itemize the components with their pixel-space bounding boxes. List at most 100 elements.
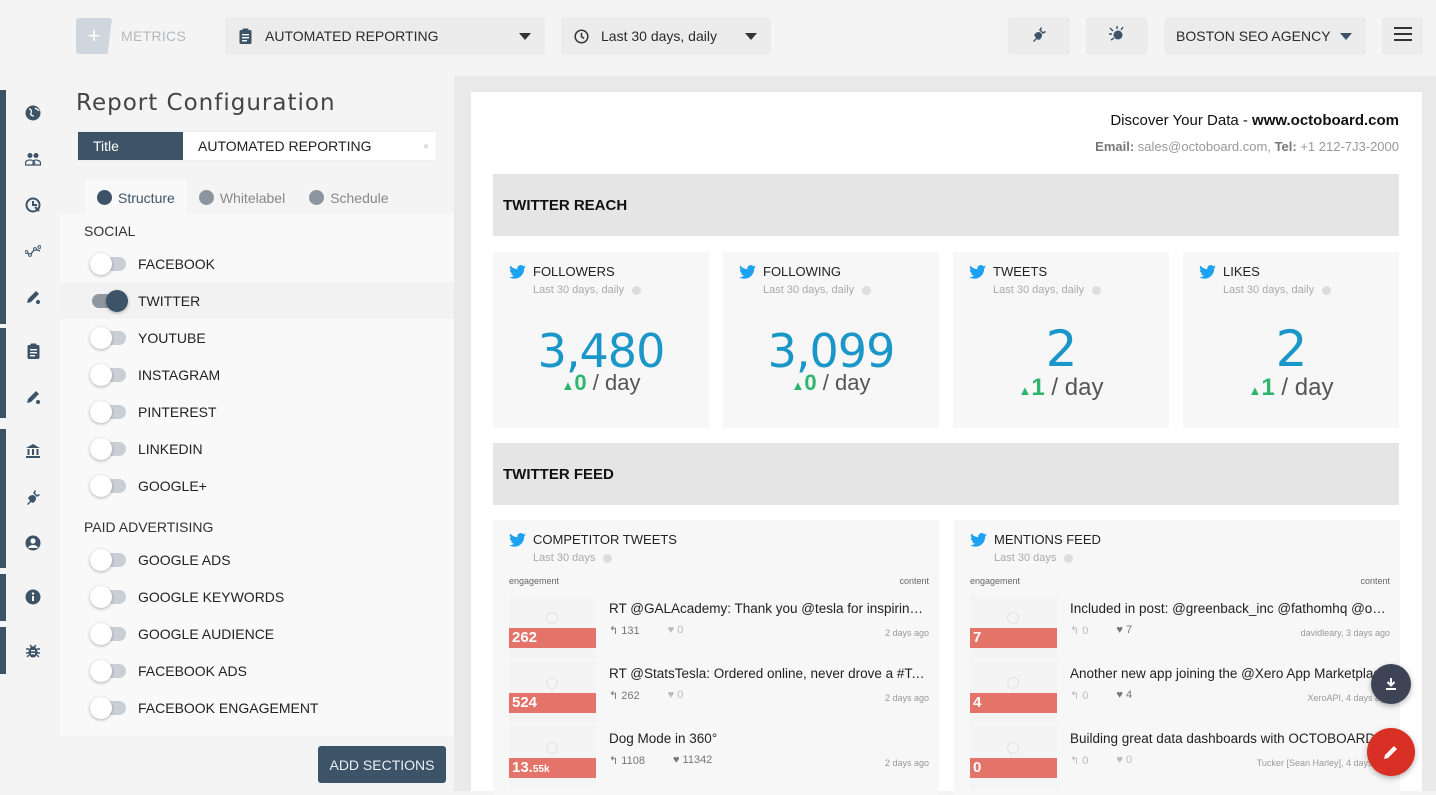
globe-icon[interactable] — [24, 104, 42, 122]
tab-schedule[interactable]: Schedule — [297, 181, 400, 214]
feed-row[interactable]: 262 RT @GALAcademy: Thank you @tesla for … — [509, 596, 929, 661]
edit-button[interactable] — [1367, 728, 1415, 776]
brand-url[interactable]: www.octoboard.com — [1252, 112, 1399, 129]
brand-prefix: Discover Your Data - — [1110, 112, 1253, 129]
users-icon[interactable] — [24, 150, 42, 168]
retweet-count: ↰ 131 — [609, 625, 640, 637]
toggle-switch[interactable] — [90, 548, 126, 571]
kpi-title: FOLLOWERS — [533, 264, 615, 279]
tab-structure[interactable]: Structure — [85, 181, 187, 214]
feed-row[interactable]: 4 Another new app joining the @Xero App M… — [970, 661, 1390, 726]
toggle-switch[interactable] — [90, 659, 126, 682]
clipboard-icon[interactable] — [24, 342, 42, 360]
section-toggle-row[interactable]: YOUTUBE — [60, 319, 454, 356]
toggle-switch[interactable] — [90, 252, 126, 275]
integrations-button[interactable] — [1008, 17, 1070, 55]
retweet-value: 1108 — [621, 755, 645, 767]
section-toggle-row[interactable]: FACEBOOK — [60, 245, 454, 282]
trend-icon[interactable] — [24, 242, 42, 260]
toggle-switch[interactable] — [90, 696, 126, 719]
engagement-value: 4 — [973, 694, 982, 711]
debug-button[interactable] — [1086, 17, 1148, 55]
section-toggle-row[interactable]: INSTAGRAM — [60, 356, 454, 393]
section-toggle-row[interactable]: TWITTER — [60, 282, 454, 319]
feed-row[interactable]: 7 Included in post: @greenback_inc @fatho… — [970, 596, 1390, 661]
feed-row[interactable]: 524 RT @StatsTesla: Ordered online, never… — [509, 661, 929, 726]
section-toggle-row[interactable]: FACEBOOK ENGAGEMENT — [60, 689, 454, 726]
download-button[interactable] — [1371, 664, 1411, 704]
add-sections-button[interactable]: ADD SECTIONS — [318, 746, 446, 783]
feed-row[interactable]: 0 Building great data dashboards with OCT… — [970, 726, 1390, 791]
plug-icon[interactable] — [24, 488, 42, 506]
avatar-placeholder — [546, 742, 558, 754]
info-dot-icon[interactable] — [862, 285, 872, 295]
toggle-switch[interactable] — [90, 326, 126, 349]
tweet-time: 2 days ago — [884, 628, 929, 638]
toggle-switch[interactable] — [92, 289, 128, 312]
report-configuration-panel: Report Configuration Title ● Structure W… — [60, 76, 454, 791]
like-value: 0 — [1126, 754, 1133, 766]
tweet-text[interactable]: Dog Mode in 360° — [609, 731, 929, 746]
bug-spark-icon — [1108, 25, 1126, 48]
toggle-switch[interactable] — [90, 622, 126, 645]
account-icon[interactable] — [24, 534, 42, 552]
toggle-label: FACEBOOK — [138, 255, 216, 272]
bank-icon[interactable] — [24, 442, 42, 460]
info-dot-icon[interactable] — [1322, 285, 1332, 295]
tweet-text[interactable]: Building great data dashboards with OCTO… — [1070, 731, 1390, 746]
info-icon[interactable] — [24, 588, 42, 606]
toggle-knob — [90, 252, 112, 275]
toggle-switch[interactable] — [90, 474, 126, 497]
tweet-text[interactable]: RT @StatsTesla: Ordered online, never dr… — [609, 666, 929, 681]
toggle-switch[interactable] — [90, 437, 126, 460]
metrics-label: METRICS — [121, 28, 187, 44]
tweet-text[interactable]: Included in post: @greenback_inc @fathom… — [1070, 601, 1390, 616]
agency-dropdown-label: BOSTON SEO AGENCY — [1176, 28, 1331, 44]
retweet-count: ↰ 0 — [1070, 625, 1089, 637]
toggle-knob — [90, 326, 112, 349]
pencil-icon[interactable] — [24, 288, 42, 306]
report-dropdown-label: AUTOMATED REPORTING — [265, 28, 439, 44]
pencil-icon[interactable] — [24, 388, 42, 406]
menu-button[interactable] — [1382, 17, 1423, 55]
agency-dropdown[interactable]: BOSTON SEO AGENCY — [1164, 17, 1366, 55]
kpi-period-label: Last 30 days, daily — [1223, 284, 1315, 296]
feed-row[interactable]: 13.55k Dog Mode in 360° ↰ 1108 ♥ 11342 2 day… — [509, 726, 929, 791]
info-dot-icon[interactable] — [603, 553, 613, 563]
toggle-switch[interactable] — [90, 585, 126, 608]
toggle-switch[interactable] — [90, 400, 126, 423]
analytics-icon[interactable] — [24, 196, 42, 214]
feed-period-label: Last 30 days — [533, 552, 596, 564]
section-toggle-row[interactable]: GOOGLE KEYWORDS — [60, 578, 454, 615]
kpi-period: Last 30 days, daily — [993, 284, 1102, 296]
tweet-text[interactable]: RT @GALAcademy: Thank you @tesla for ins… — [609, 601, 929, 616]
chevron-down-icon — [745, 32, 757, 40]
tweet-text[interactable]: Another new app joining the @Xero App Ma… — [1070, 666, 1390, 681]
kpi-value: 2 — [1275, 320, 1308, 378]
info-dot-icon[interactable] — [1064, 553, 1074, 563]
tab-label: Whitelabel — [219, 189, 286, 206]
tab-whitelabel[interactable]: Whitelabel — [187, 181, 297, 214]
title-input[interactable] — [183, 132, 416, 160]
section-toggle-row[interactable]: PINTEREST — [60, 393, 454, 430]
like-value: 7 — [1126, 624, 1133, 636]
toggle-switch[interactable] — [90, 363, 126, 386]
section-toggle-row[interactable]: GOOGLE AUDIENCE — [60, 615, 454, 652]
period-dropdown[interactable]: Last 30 days, daily — [561, 17, 771, 55]
section-toggle-row[interactable]: GOOGLE+ — [60, 467, 454, 504]
engagement-bar: 0 — [970, 758, 1057, 778]
toggle-knob — [90, 474, 112, 497]
tab-label: Schedule — [330, 189, 389, 206]
section-toggle-row[interactable]: LINKEDIN — [60, 430, 454, 467]
kpi-title: TWEETS — [993, 264, 1048, 279]
info-dot-icon[interactable] — [632, 285, 642, 295]
section-toggle-row[interactable]: FACEBOOK ADS — [60, 652, 454, 689]
retweet-count: ↰ 262 — [609, 690, 640, 702]
report-dropdown[interactable]: AUTOMATED REPORTING — [225, 17, 545, 55]
kpi-delta-value: 1 — [1031, 374, 1045, 401]
info-dot-icon[interactable] — [1092, 285, 1102, 295]
add-metrics-button[interactable]: + METRICS — [76, 18, 226, 54]
clear-icon[interactable]: ● — [416, 132, 436, 160]
bug-icon[interactable] — [24, 642, 42, 660]
section-toggle-row[interactable]: GOOGLE ADS — [60, 541, 454, 578]
